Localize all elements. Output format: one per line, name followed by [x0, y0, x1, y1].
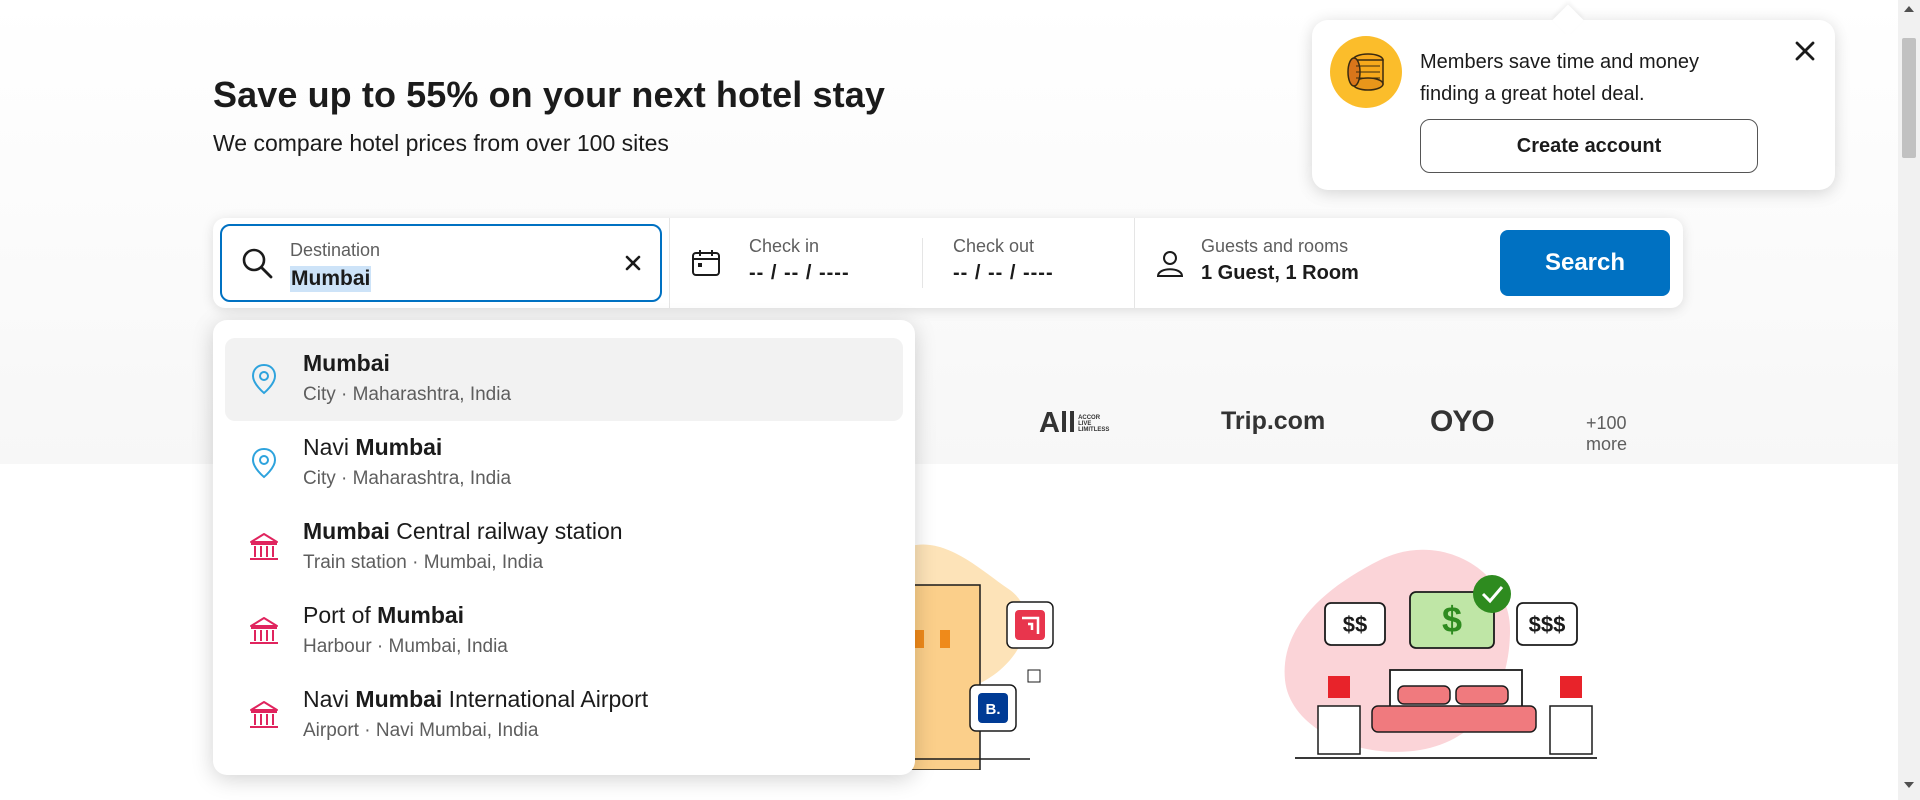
person-icon [1156, 251, 1184, 277]
suggestion-subtitle: City · Maharashtra, India [303, 468, 512, 489]
suggestion-item[interactable]: Mumbai City · Maharashtra, India [225, 338, 903, 421]
suggestion-title: Navi Mumbai [303, 434, 443, 460]
suggestion-subtitle: City · Maharashtra, India [303, 384, 512, 405]
search-button[interactable]: Search [1500, 230, 1670, 296]
checkin-field[interactable]: Check in -- / -- / ---- [670, 218, 932, 308]
more-partners-text: +100 more [1586, 413, 1628, 454]
booking-badge-text: B. [986, 701, 1001, 718]
price-mid-text: $ [1442, 599, 1462, 640]
suggestion-item[interactable]: Navi Mumbai City · Maharashtra, India [225, 422, 903, 505]
clear-icon[interactable] [620, 250, 646, 276]
member-signup-popup: Members save time and money finding a gr… [1312, 4, 1835, 190]
search-icon [242, 248, 273, 279]
destination-input[interactable]: Mumbai [290, 266, 372, 292]
popup-message: Members save time and money finding a gr… [1420, 51, 1700, 105]
guests-field[interactable]: Guests and rooms 1 Guest, 1 Room [1135, 218, 1485, 308]
landmark-icon [250, 617, 278, 644]
search-bar: Destination Mumbai Check in -- / -- / --… [213, 218, 1683, 308]
destination-suggestions-dropdown: Mumbai City · Maharashtra, India Navi Mu… [213, 320, 915, 775]
scroll-thumb[interactable] [1902, 38, 1916, 158]
oyo-logo: OYO [1430, 405, 1495, 438]
guests-label: Guests and rooms [1201, 236, 1349, 256]
suggestion-title: Port of Mumbai [303, 602, 465, 628]
checkin-value: -- / -- / ---- [749, 262, 850, 284]
suggestion-item[interactable]: Navi Mumbai International Airport Airpor… [225, 674, 903, 757]
page-title: Save up to 55% on your next hotel stay [213, 74, 885, 115]
page-subtitle: We compare hotel prices from over 100 si… [213, 130, 669, 156]
checkin-label: Check in [749, 236, 820, 256]
hotel-illustration: B. [900, 544, 1054, 770]
suggestion-subtitle: Train station · Mumbai, India [303, 552, 544, 573]
suggestion-item[interactable]: Mumbai Central railway station Train sta… [225, 506, 903, 589]
checkout-field[interactable]: Check out -- / -- / ---- [923, 218, 1138, 308]
destination-field[interactable]: Destination Mumbai [220, 224, 662, 302]
suggestion-subtitle: Airport · Navi Mumbai, India [303, 720, 539, 741]
checkout-label: Check out [953, 236, 1035, 256]
suggestion-subtitle: Harbour · Mumbai, India [303, 636, 508, 657]
checkout-value: -- / -- / ---- [953, 262, 1054, 284]
accor-all-logo: All ACCOR LIVE LIMITLESS [1039, 407, 1110, 439]
suggestion-item[interactable]: Port of Mumbai Harbour · Mumbai, India [225, 590, 903, 673]
coins-icon [1330, 36, 1402, 108]
price-comparison-illustration: $$ $ $$$ [1284, 549, 1597, 759]
price-high-text: $$$ [1529, 612, 1566, 637]
suggestion-title: Navi Mumbai International Airport [303, 686, 649, 712]
location-pin-icon [251, 447, 277, 479]
close-icon[interactable] [1792, 38, 1818, 64]
create-account-button[interactable]: Create account [1420, 119, 1758, 173]
guests-value: 1 Guest, 1 Room [1201, 262, 1359, 284]
scroll-up-arrow-icon[interactable] [1904, 6, 1914, 12]
suggestion-title: Mumbai [303, 350, 390, 376]
landmark-icon [250, 533, 278, 560]
vertical-scrollbar[interactable] [1898, 0, 1920, 800]
location-pin-icon [251, 363, 277, 395]
landmark-icon [250, 701, 278, 728]
calendar-icon [692, 250, 720, 276]
destination-label: Destination [290, 240, 381, 260]
trip-com-logo: Trip.com [1221, 407, 1326, 435]
suggestion-title: Mumbai Central railway station [303, 518, 623, 544]
scroll-down-arrow-icon[interactable] [1904, 782, 1914, 788]
price-low-text: $$ [1343, 612, 1367, 637]
